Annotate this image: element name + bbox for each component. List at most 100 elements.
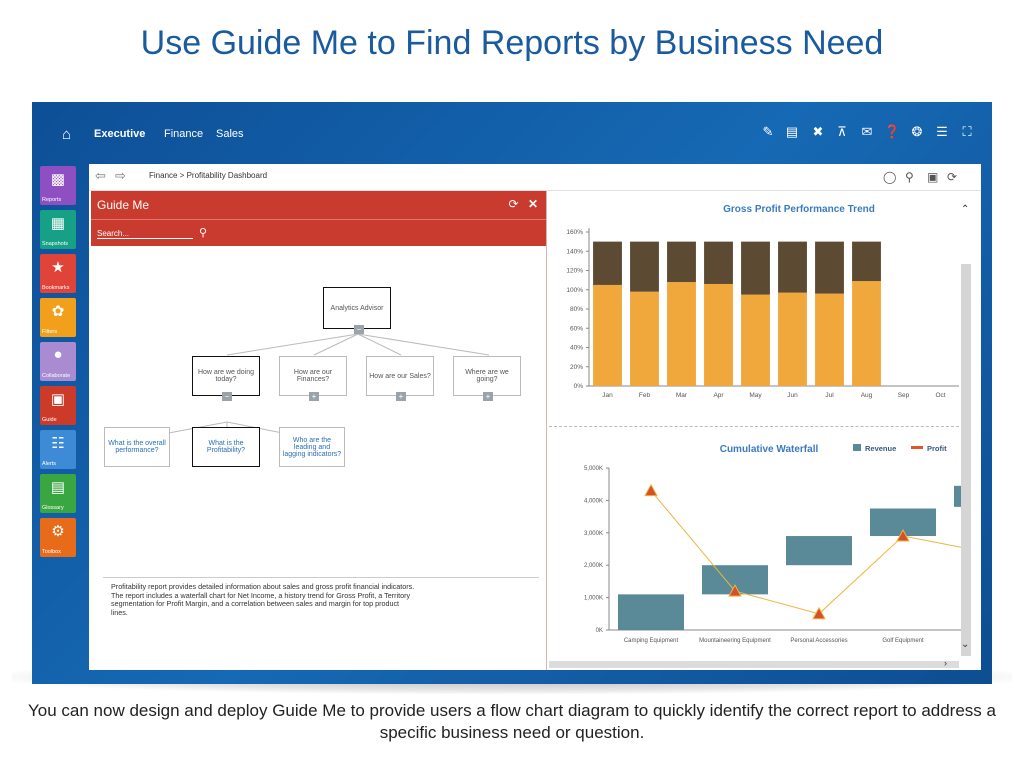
flow-node-where-going[interactable]: Where are we going?	[453, 356, 521, 396]
bar-segment	[593, 284, 622, 386]
bar-segment	[741, 241, 770, 295]
collapse-icon[interactable]: −	[222, 392, 232, 401]
filter-icon: ✿	[51, 303, 65, 320]
flow-node-sales[interactable]: How are our Sales?	[366, 356, 434, 396]
app-window: ⌂ Executive Finance Sales ✎ ▤ ✖ ⊼ ✉ ❓ ❂ …	[32, 102, 992, 684]
y-tick-label: 80%	[570, 306, 583, 313]
scroll-up-icon[interactable]: ⌃	[961, 204, 969, 215]
expand-icon[interactable]: +	[483, 392, 493, 401]
bar-segment	[667, 282, 696, 386]
breadcrumb: Finance > Profitability Dashboard	[149, 171, 268, 180]
x-tick-label: Camping Equipment	[624, 638, 679, 644]
support-icon[interactable]: ❂	[909, 124, 925, 140]
search-icon[interactable]: ⚲	[199, 226, 207, 239]
sidebar-item-reports[interactable]: ▩ Reports	[40, 166, 76, 205]
chart-title: Gross Profit Performance Trend	[723, 204, 875, 215]
bar-segment	[852, 281, 881, 386]
sidebar-item-snapshots[interactable]: ▦ Snapshots	[40, 210, 76, 249]
y-tick-label: 0K	[596, 628, 603, 634]
guide-header: Guide Me ⟳ ✕	[91, 191, 546, 219]
y-tick-label: 1,000K	[584, 596, 603, 602]
y-tick-label: 3,000K	[584, 531, 603, 537]
close-icon[interactable]: ✕	[528, 197, 538, 211]
flow-chart: Analytics Advisor − How are we doing tod…	[91, 245, 546, 575]
sidebar-item-label: Snapshots	[42, 241, 68, 247]
chat-icon: ●	[53, 346, 63, 363]
y-tick-label: 160%	[566, 229, 583, 236]
sidebar-item-collaborate[interactable]: ● Collaborate	[40, 342, 76, 381]
search-input[interactable]: Search...	[97, 229, 193, 239]
nav-item-sales[interactable]: Sales	[216, 128, 244, 140]
x-tick-label: Mar	[676, 392, 688, 399]
flow-node-root[interactable]: Analytics Advisor	[323, 287, 391, 329]
chart-divider	[549, 426, 969, 427]
glossary-icon: ▤	[50, 479, 66, 496]
refresh-icon[interactable]: ⟳	[947, 170, 957, 184]
bar-segment	[704, 241, 733, 284]
settings-sliders-icon[interactable]: ☰	[934, 124, 950, 140]
sidebar-item-label: Toolbox	[42, 549, 61, 555]
sidebar-item-guide[interactable]: ▣ Guide	[40, 386, 76, 425]
help-icon[interactable]: ❓	[884, 124, 900, 140]
bar-segment	[852, 241, 881, 282]
expand-icon[interactable]: +	[309, 392, 319, 401]
flow-node-doing-today[interactable]: How are we doing today?	[192, 356, 260, 396]
horizontal-scrollbar[interactable]	[549, 661, 959, 668]
sidebar-item-filters[interactable]: ✿ Filters	[40, 298, 76, 337]
excel-icon[interactable]: ✖	[810, 124, 826, 140]
expand-icon[interactable]: +	[396, 392, 406, 401]
bar-segment	[778, 241, 807, 293]
y-tick-label: 20%	[570, 364, 583, 371]
flow-node-indicators[interactable]: Who are the leading and lagging indicato…	[279, 427, 345, 467]
sidebar-item-glossary[interactable]: ▤ Glossary	[40, 474, 76, 513]
flow-node-overall-performance[interactable]: What is the overall performance?	[104, 427, 170, 467]
guide-icon: ▣	[50, 391, 66, 408]
forward-arrow-icon[interactable]: ⇨	[115, 168, 126, 184]
report-description: Profitability report provides detailed i…	[111, 582, 531, 617]
report-icon[interactable]: ▤	[784, 124, 800, 140]
slide-caption: You can now design and deploy Guide Me t…	[28, 701, 996, 742]
snapshot-icon: ▦	[50, 215, 66, 232]
bar-segment	[741, 294, 770, 386]
flow-node-finances[interactable]: How are our Finances?	[279, 356, 347, 396]
gross-profit-chart: Gross Profit Performance Trend 0% 20% 40% 60…	[566, 204, 959, 399]
comment-icon[interactable]: ◯	[883, 170, 896, 184]
flow-node-profitability[interactable]: What is the Profitability?	[192, 427, 260, 467]
edit-icon[interactable]: ✎	[760, 124, 776, 140]
description-line: segmentation for Profit Margin, and a co…	[111, 599, 400, 609]
x-tick-label: Mountaineering Equipment	[699, 638, 771, 644]
x-tick-label: Jun	[787, 392, 798, 399]
sidebar-item-alerts[interactable]: ☷ Alerts	[40, 430, 76, 469]
home-icon[interactable]: ⌂	[62, 126, 71, 143]
scroll-right-icon[interactable]: ›	[944, 658, 947, 668]
fullscreen-icon[interactable]: ⛶	[959, 124, 975, 140]
nav-item-finance[interactable]: Finance	[164, 128, 203, 140]
vertical-scrollbar[interactable]	[961, 264, 971, 656]
nav-item-executive[interactable]: Executive	[94, 128, 145, 140]
collapse-icon[interactable]: −	[354, 325, 364, 334]
sidebar-item-toolbox[interactable]: ⚙ Toolbox	[40, 518, 76, 557]
bar-segment	[667, 241, 696, 283]
toolbox-icon: ⚙	[51, 523, 65, 540]
bookmark-icon: ★	[51, 259, 65, 276]
x-tick-label: May	[749, 392, 762, 399]
bar-segment	[630, 241, 659, 292]
x-tick-label: Sep	[898, 392, 910, 399]
legend-label-revenue: Revenue	[865, 444, 896, 453]
alert-icon: ☷	[51, 435, 65, 452]
sidebar-item-bookmarks[interactable]: ★ Bookmarks	[40, 254, 76, 293]
top-navigation: ⌂ Executive Finance Sales ✎ ▤ ✖ ⊼ ✉ ❓ ❂ …	[32, 102, 992, 164]
back-arrow-icon[interactable]: ⇦	[95, 168, 106, 184]
search-icon[interactable]: ⚲	[905, 170, 914, 184]
x-tick-label: Feb	[639, 392, 651, 399]
x-tick-label: Jan	[602, 392, 613, 399]
export-icon[interactable]: ▣	[927, 170, 938, 184]
pdf-icon[interactable]: ⊼	[834, 124, 850, 140]
refresh-icon[interactable]: ⟳	[509, 197, 519, 211]
y-tick-label: 60%	[570, 325, 583, 332]
x-tick-label: Personal Accessories	[790, 638, 847, 644]
y-tick-label: 4,000K	[584, 498, 603, 504]
scroll-down-icon[interactable]: ⌄	[961, 639, 969, 650]
mail-icon[interactable]: ✉	[859, 124, 875, 140]
waterfall-bar	[786, 536, 852, 566]
